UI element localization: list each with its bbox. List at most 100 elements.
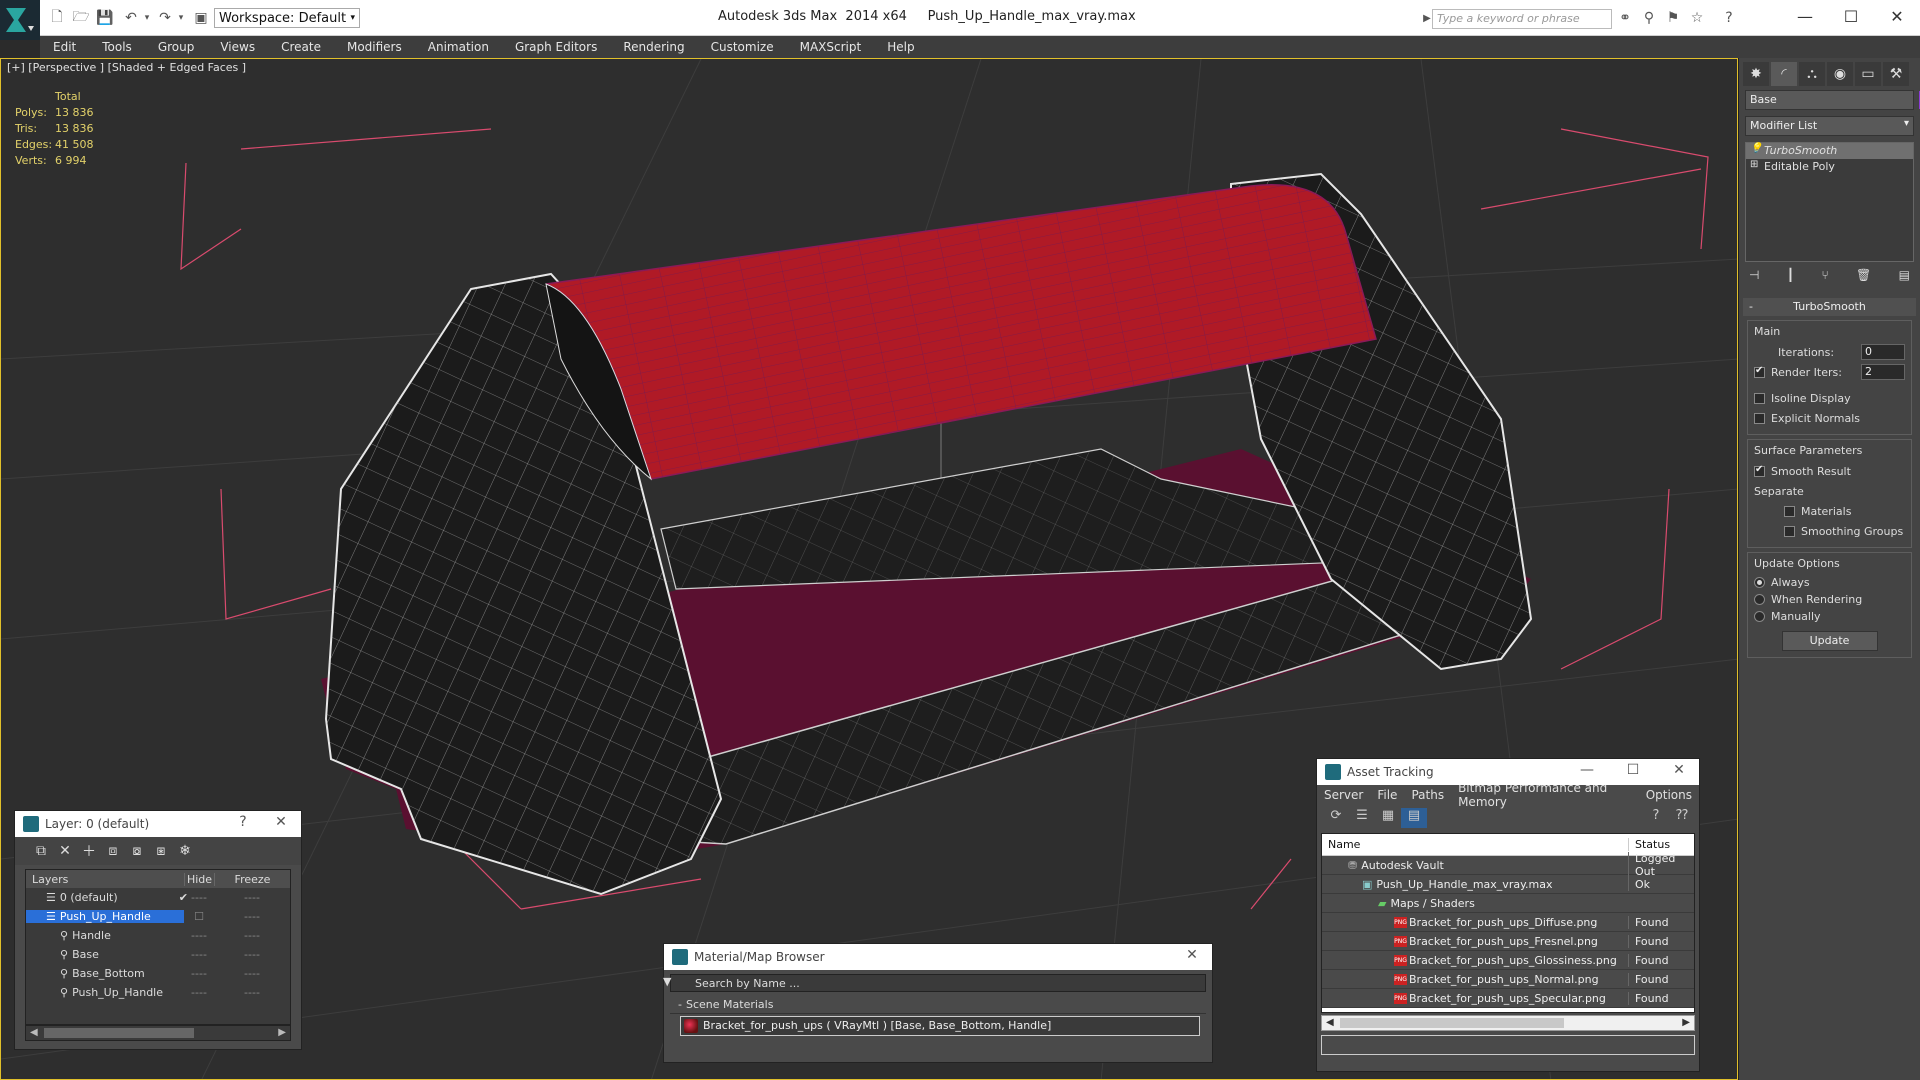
- layer-row[interactable]: ⚲ Base ---- ----: [26, 945, 290, 964]
- menu-rendering[interactable]: Rendering: [610, 40, 697, 54]
- layer-row[interactable]: ☰ Push_Up_Handle ☐ ----: [26, 907, 290, 926]
- scroll-thumb[interactable]: [1340, 1018, 1564, 1028]
- layer-row[interactable]: ⚲ Handle ---- ----: [26, 926, 290, 945]
- asset-menu-bitmap-performance[interactable]: Bitmap Performance and Memory: [1451, 781, 1639, 809]
- layer-window-titlebar[interactable]: Layer: 0 (default) ? ✕: [15, 811, 301, 837]
- scene-materials-section[interactable]: - Scene Materials: [670, 998, 1206, 1014]
- freeze-toggle[interactable]: ----: [214, 986, 290, 999]
- make-unique-icon[interactable]: ⑂: [1821, 268, 1828, 288]
- update-when-rendering-radio[interactable]: [1754, 594, 1765, 605]
- asset-maximize-button[interactable]: ☐: [1623, 762, 1643, 778]
- update-manually-radio[interactable]: [1754, 611, 1765, 622]
- asset-minimize-button[interactable]: —: [1577, 762, 1597, 778]
- app-menu-button[interactable]: [0, 0, 40, 40]
- hide-toggle[interactable]: ----: [184, 948, 214, 961]
- scroll-left-icon[interactable]: ◀: [1326, 1017, 1334, 1028]
- asset-row[interactable]: PNG Bracket_for_push_ups_Normal.png Found: [1322, 970, 1694, 989]
- lightbulb-icon[interactable]: 💡: [1750, 143, 1762, 154]
- viewport-label[interactable]: [+] [Perspective ] [Shaded + Edged Faces…: [7, 61, 246, 74]
- highlight-selected-layer-icon[interactable]: ⧇: [125, 843, 149, 859]
- project-folder-icon[interactable]: ▣: [192, 9, 210, 27]
- status-column-header[interactable]: Status: [1628, 838, 1694, 851]
- material-browser-close-button[interactable]: ✕: [1182, 947, 1202, 963]
- browser-options-icon[interactable]: ▼: [663, 975, 671, 988]
- asset-row[interactable]: ▰ Maps / Shaders: [1322, 894, 1694, 913]
- freeze-all-layers-icon[interactable]: ❄: [173, 843, 197, 859]
- freeze-toggle[interactable]: ----: [214, 948, 290, 961]
- layer-help-button[interactable]: ?: [233, 814, 253, 830]
- pin-stack-icon[interactable]: ⊣: [1749, 268, 1759, 288]
- active-layer-box-icon[interactable]: ☐: [194, 910, 204, 923]
- expand-plus-icon[interactable]: ⊞: [1750, 159, 1758, 170]
- scroll-left-icon[interactable]: ◀: [30, 1027, 38, 1038]
- minimize-button[interactable]: —: [1782, 0, 1828, 32]
- material-browser-titlebar[interactable]: Material/Map Browser ✕: [664, 944, 1212, 970]
- freeze-toggle[interactable]: ----: [214, 929, 290, 942]
- smooth-result-checkbox[interactable]: [1754, 464, 1765, 477]
- menu-edit[interactable]: Edit: [40, 40, 89, 54]
- refresh-icon[interactable]: ⟳: [1323, 808, 1349, 828]
- update-button[interactable]: Update: [1781, 631, 1878, 651]
- separate-smoothing-groups-checkbox[interactable]: [1784, 525, 1795, 537]
- asset-path-field[interactable]: [1321, 1035, 1695, 1055]
- thumbnail-view-icon[interactable]: ▦: [1375, 808, 1401, 828]
- iterations-spinner[interactable]: 0: [1861, 344, 1905, 360]
- render-iters-spinner[interactable]: 2: [1861, 364, 1905, 380]
- favorites-icon[interactable]: ☆: [1688, 9, 1706, 27]
- show-end-result-icon[interactable]: ┃: [1787, 268, 1794, 288]
- material-search-input[interactable]: ▼ Search by Name ...: [663, 974, 1206, 992]
- create-tab-icon[interactable]: ✸: [1743, 62, 1769, 86]
- asset-row[interactable]: ⛃ Autodesk Vault Logged Out: [1322, 852, 1694, 878]
- asset-row[interactable]: PNG Bracket_for_push_ups_Fresnel.png Foun…: [1322, 932, 1694, 951]
- search-input[interactable]: Type a keyword or phrase: [1432, 9, 1612, 29]
- material-item[interactable]: Bracket_for_push_ups ( VRayMtl ) [Base, …: [680, 1016, 1200, 1036]
- separate-materials-checkbox[interactable]: [1784, 505, 1795, 517]
- asset-horizontal-scrollbar[interactable]: ◀ ▶: [1321, 1015, 1695, 1031]
- workspace-dropdown[interactable]: Workspace: Default ▾: [214, 8, 360, 28]
- select-objects-in-layer-icon[interactable]: ⧈: [101, 843, 125, 859]
- layer-close-button[interactable]: ✕: [271, 814, 291, 830]
- layer-horizontal-scrollbar[interactable]: ◀ ▶: [25, 1025, 291, 1041]
- object-name-field[interactable]: Base: [1745, 90, 1920, 110]
- communication-icon[interactable]: ⚑: [1664, 9, 1682, 27]
- turbosmooth-rollout-header[interactable]: - TurboSmooth: [1743, 298, 1916, 316]
- freeze-toggle[interactable]: ----: [214, 967, 290, 980]
- menu-tools[interactable]: Tools: [89, 40, 145, 54]
- help-icon[interactable]: ?: [1720, 9, 1738, 27]
- display-tab-icon[interactable]: ▭: [1855, 62, 1881, 86]
- layer-row[interactable]: ⚲ Push_Up_Handle ---- ----: [26, 983, 290, 1002]
- create-layer-icon[interactable]: ⧉: [29, 843, 53, 859]
- layer-row[interactable]: ☰ 0 (default) ✔ ---- ----: [26, 888, 290, 907]
- subscription-icon[interactable]: ⚲: [1640, 9, 1658, 27]
- stack-item-turbosmooth[interactable]: 💡 TurboSmooth: [1746, 143, 1913, 159]
- render-iters-checkbox[interactable]: [1754, 365, 1765, 378]
- freeze-toggle[interactable]: ----: [214, 891, 290, 904]
- asset-row[interactable]: PNG Bracket_for_push_ups_Diffuse.png Foun…: [1322, 913, 1694, 932]
- menu-graph-editors[interactable]: Graph Editors: [502, 40, 610, 54]
- utilities-tab-icon[interactable]: ⚒: [1883, 62, 1909, 86]
- menu-group[interactable]: Group: [145, 40, 208, 54]
- list-view-icon[interactable]: ☰: [1349, 808, 1375, 828]
- delete-layer-icon[interactable]: ✕: [53, 843, 77, 859]
- undo-dropdown-icon[interactable]: ▾: [138, 9, 156, 27]
- table-view-icon[interactable]: ▤: [1401, 808, 1427, 828]
- close-button[interactable]: ✕: [1874, 0, 1920, 32]
- help-question-icon[interactable]: ?: [1643, 808, 1669, 828]
- menu-views[interactable]: Views: [207, 40, 268, 54]
- hide-toggle[interactable]: ----: [184, 891, 214, 904]
- motion-tab-icon[interactable]: ◉: [1827, 62, 1853, 86]
- remove-modifier-icon[interactable]: 🗑: [1856, 268, 1871, 288]
- layers-column-header[interactable]: Layers: [26, 873, 184, 886]
- asset-menu-file[interactable]: File: [1370, 788, 1404, 802]
- scroll-right-icon[interactable]: ▶: [278, 1027, 286, 1038]
- freeze-column-header[interactable]: Freeze: [214, 872, 290, 886]
- menu-animation[interactable]: Animation: [415, 40, 502, 54]
- asset-menu-paths[interactable]: Paths: [1404, 788, 1451, 802]
- stack-item-editable-poly[interactable]: ⊞ Editable Poly: [1746, 159, 1913, 175]
- menu-help[interactable]: Help: [874, 40, 927, 54]
- save-file-icon[interactable]: 💾: [96, 9, 114, 27]
- hide-toggle[interactable]: ----: [184, 967, 214, 980]
- layer-row[interactable]: ⚲ Base_Bottom ---- ----: [26, 964, 290, 983]
- configure-modifier-sets-icon[interactable]: ▤: [1899, 268, 1910, 288]
- add-to-layer-icon[interactable]: ＋: [77, 841, 101, 861]
